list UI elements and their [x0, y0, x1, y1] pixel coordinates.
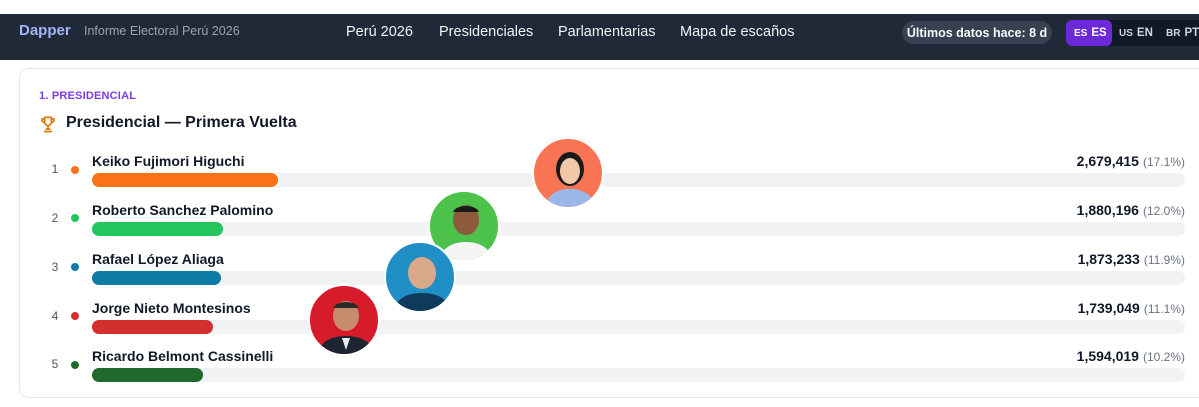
candidate-avatar[interactable] [532, 137, 604, 209]
vote-bar-fill [92, 271, 221, 285]
vote-bar-fill [92, 173, 278, 187]
vote-percentage: (11.9%) [1143, 253, 1185, 267]
lang-option-en[interactable]: US EN [1119, 20, 1153, 46]
nav-link-presidenciales[interactable]: Presidenciales [439, 24, 533, 40]
candidate-rank: 5 [51, 357, 59, 371]
candidate-name[interactable]: Keiko Fujimori Higuchi [92, 153, 244, 169]
vote-count: 1,873,233 [1077, 251, 1140, 267]
vote-count: 1,594,019 [1076, 348, 1139, 364]
candidate-avatar[interactable] [308, 284, 380, 356]
vote-count: 1,739,049 [1077, 300, 1140, 316]
section-kicker: 1. PRESIDENCIAL [39, 90, 137, 102]
nav-link-peru-2026[interactable]: Perú 2026 [346, 24, 413, 40]
vote-count: 2,679,415 [1076, 153, 1139, 169]
candidate-rank: 1 [51, 162, 59, 176]
candidate-name[interactable]: Rafael López Aliaga [92, 251, 224, 267]
lang-label-es: ES [1091, 27, 1107, 39]
vote-percentage: (10.2%) [1142, 350, 1185, 364]
vote-bar-fill [92, 222, 223, 236]
vote-bar-track [92, 368, 1185, 382]
candidate-color-dot [71, 263, 79, 271]
candidate-votes: 1,594,019 (10.2%) [1077, 348, 1185, 364]
candidate-votes: 1,739,049 (11.1%) [1078, 300, 1185, 316]
vote-bar-fill [92, 320, 213, 334]
report-subtitle: Informe Electoral Perú 2026 [84, 24, 240, 38]
lang-label-en: EN [1136, 27, 1153, 39]
nav-link-mapa-escanos[interactable]: Mapa de escaños [680, 24, 794, 40]
flag-es-icon: ES [1074, 27, 1088, 39]
candidate-rank: 3 [51, 260, 59, 274]
nav-link-parlamentarias[interactable]: Parlamentarias [558, 24, 656, 40]
flag-us-icon: US [1119, 27, 1133, 39]
trophy-icon [41, 116, 55, 133]
lang-label-pt: PT [1184, 27, 1199, 39]
candidate-color-dot [71, 312, 79, 320]
candidate-color-dot [71, 214, 79, 222]
vote-percentage: (17.1%) [1142, 155, 1185, 169]
flag-br-icon: BR [1166, 27, 1181, 39]
section-title: Presidencial — Primera Vuelta [66, 114, 297, 131]
language-switcher: ES ES US EN BR PT [1066, 20, 1199, 46]
candidate-name[interactable]: Roberto Sanchez Palomino [92, 202, 273, 218]
candidate-name[interactable]: Ricardo Belmont Cassinelli [92, 348, 273, 364]
lang-option-es[interactable]: ES ES [1066, 20, 1112, 46]
candidate-name[interactable]: Jorge Nieto Montesinos [92, 300, 251, 316]
lang-option-pt[interactable]: BR PT [1166, 20, 1199, 46]
candidate-votes: 2,679,415 (17.1%) [1077, 153, 1185, 169]
vote-count: 1,880,196 [1076, 202, 1139, 218]
vote-bar-track [92, 271, 1185, 285]
candidate-color-dot [71, 166, 79, 174]
candidate-color-dot [71, 361, 79, 369]
brand-logo[interactable]: Dapper [19, 22, 71, 39]
candidate-votes: 1,873,233 (11.9%) [1078, 251, 1185, 267]
candidate-rank: 4 [51, 309, 59, 323]
top-navigation-bar: Dapper Informe Electoral Perú 2026 Perú … [0, 14, 1199, 60]
candidate-votes: 1,880,196 (12.0%) [1077, 202, 1185, 218]
vote-bar-track [92, 222, 1185, 236]
vote-bar-track [92, 320, 1185, 334]
vote-percentage: (12.0%) [1142, 204, 1185, 218]
candidate-rank: 2 [51, 211, 59, 225]
candidate-avatar[interactable] [384, 241, 456, 313]
vote-bar-fill [92, 368, 203, 382]
vote-percentage: (11.1%) [1143, 302, 1185, 316]
last-update-badge: Últimos datos hace: 8 d [902, 21, 1052, 44]
